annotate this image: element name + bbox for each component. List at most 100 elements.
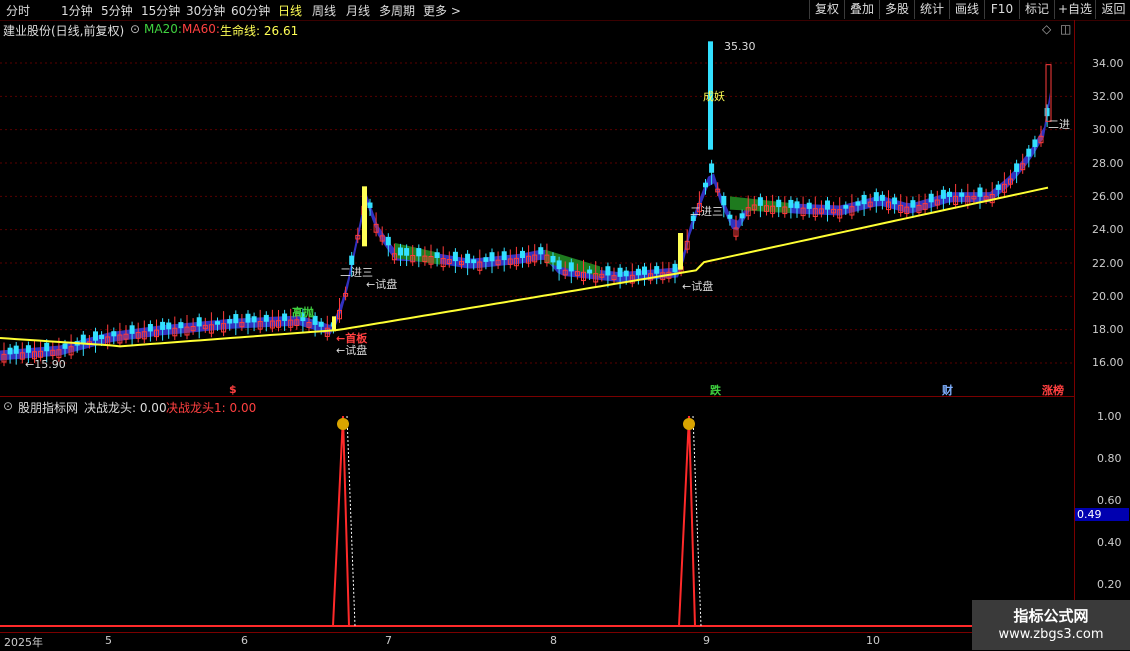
watermark: 指标公式网 www.zbgs3.com bbox=[972, 600, 1130, 650]
candle-body bbox=[794, 201, 800, 209]
date-label: 10 bbox=[866, 634, 880, 647]
period-weekly[interactable]: 周线 bbox=[312, 2, 336, 19]
back-button[interactable]: 返回 bbox=[1095, 0, 1130, 19]
period-1min[interactable]: 1分钟 bbox=[61, 2, 93, 19]
draw-line-button[interactable]: 画线 bbox=[949, 0, 984, 19]
candle-body bbox=[825, 200, 830, 210]
gaopao-label: 高抛 bbox=[292, 306, 314, 319]
candle-body bbox=[13, 345, 19, 354]
candle-body bbox=[251, 316, 257, 323]
candle-body bbox=[947, 191, 952, 197]
price-tick: 22.00 bbox=[1092, 257, 1124, 270]
indicator-spike bbox=[332, 415, 350, 627]
candle-body bbox=[703, 182, 708, 188]
period-30min[interactable]: 30分钟 bbox=[186, 2, 225, 19]
candle-body bbox=[398, 247, 403, 256]
candle-body bbox=[520, 250, 525, 259]
panel-divider bbox=[0, 396, 1074, 397]
candle-body bbox=[654, 266, 660, 274]
erjin-label: 二进 bbox=[1048, 118, 1070, 131]
ind-tick: 0.20 bbox=[1097, 578, 1122, 591]
candle-body bbox=[940, 189, 946, 199]
date-label: 9 bbox=[703, 634, 710, 647]
price-tick: 20.00 bbox=[1092, 290, 1124, 303]
candle-body bbox=[672, 263, 678, 273]
ma20-band bbox=[0, 92, 1050, 361]
date-label: 2025年 bbox=[4, 636, 43, 649]
mark-button[interactable]: 标记 bbox=[1019, 0, 1054, 19]
candle-body bbox=[416, 248, 422, 257]
period-monthly[interactable]: 月线 bbox=[346, 2, 370, 19]
price-tick: 26.00 bbox=[1092, 190, 1124, 203]
candle-body bbox=[483, 257, 489, 262]
fuquan-button[interactable]: 复权 bbox=[809, 0, 844, 19]
ma20-label: MA20: bbox=[144, 22, 182, 36]
diamond-icon[interactable]: ◇ bbox=[1042, 22, 1051, 36]
candle-body bbox=[617, 267, 623, 277]
money-bag-icon bbox=[683, 418, 695, 430]
big-candle bbox=[362, 186, 367, 247]
price-tick: 34.00 bbox=[1092, 57, 1124, 70]
life-line-label: 生命线: 26.61 bbox=[220, 24, 299, 38]
candle-body bbox=[245, 313, 251, 323]
price-tick: 24.00 bbox=[1092, 223, 1124, 236]
price-tick: 18.00 bbox=[1092, 323, 1124, 336]
big-candle bbox=[678, 233, 683, 270]
candle-body bbox=[788, 199, 794, 208]
candle-body bbox=[709, 163, 715, 173]
candle-body bbox=[538, 247, 544, 255]
candle-body bbox=[861, 194, 867, 205]
price-tick: 16.00 bbox=[1092, 356, 1124, 369]
candle-body bbox=[928, 193, 934, 203]
stats-button[interactable]: 统计 bbox=[914, 0, 949, 19]
indicator-chart[interactable] bbox=[0, 398, 1074, 632]
period-fenshi[interactable]: 分时 bbox=[6, 2, 30, 19]
candle-body bbox=[977, 187, 983, 197]
ind-current-value: 0.49 bbox=[1075, 508, 1129, 521]
candle-body bbox=[25, 345, 31, 353]
date-axis: 2025年 5 6 7 8 9 10 bbox=[0, 632, 1074, 651]
candle-body bbox=[166, 322, 172, 330]
period-60min[interactable]: 60分钟 bbox=[231, 2, 270, 19]
candle-body bbox=[623, 270, 629, 277]
candle-body bbox=[62, 343, 68, 349]
ind-tick: 1.00 bbox=[1097, 410, 1122, 423]
multi-stock-button[interactable]: 多股 bbox=[879, 0, 914, 19]
candle-body bbox=[995, 184, 1001, 190]
price-chart[interactable] bbox=[0, 38, 1074, 398]
watermark-url: www.zbgs3.com bbox=[998, 627, 1104, 642]
overlay-button[interactable]: 叠加 bbox=[844, 0, 879, 19]
candle-body bbox=[178, 322, 184, 329]
candle-body bbox=[385, 236, 391, 246]
candle-body bbox=[465, 253, 471, 264]
price-tick: 28.00 bbox=[1092, 157, 1124, 170]
f10-button[interactable]: F10 bbox=[984, 0, 1019, 19]
signal-dollar: $ bbox=[229, 383, 237, 396]
candle-body bbox=[367, 202, 373, 208]
period-more[interactable]: 更多 > bbox=[423, 2, 461, 19]
add-watchlist-button[interactable]: +自选 bbox=[1054, 0, 1095, 19]
candle-body bbox=[843, 205, 849, 209]
candle-body bbox=[489, 252, 495, 262]
ma60-label: MA60: bbox=[182, 22, 220, 36]
candle-body bbox=[434, 252, 440, 259]
axis-divider bbox=[1074, 20, 1075, 632]
candle-body bbox=[642, 266, 647, 275]
candle-body bbox=[727, 214, 733, 219]
candle-body bbox=[44, 342, 50, 352]
candle-body bbox=[129, 325, 135, 334]
shipan-label-1: ←试盘 bbox=[336, 344, 368, 357]
period-multi[interactable]: 多周期 bbox=[379, 2, 415, 19]
shipan-label-3: ←试盘 bbox=[682, 280, 714, 293]
panel-toggle-icon[interactable]: ◫ bbox=[1060, 22, 1071, 36]
chevron-down-icon[interactable]: ⊙ bbox=[130, 22, 140, 36]
price-tick: 30.00 bbox=[1092, 123, 1124, 136]
period-15min[interactable]: 15分钟 bbox=[141, 2, 180, 19]
candle-body bbox=[776, 199, 782, 208]
period-daily[interactable]: 日线 bbox=[278, 2, 302, 19]
candle-body bbox=[879, 194, 885, 201]
period-5min[interactable]: 5分钟 bbox=[101, 2, 133, 19]
candle-body bbox=[910, 200, 916, 208]
candle-body bbox=[404, 248, 410, 256]
money-bag-icon bbox=[337, 418, 349, 430]
